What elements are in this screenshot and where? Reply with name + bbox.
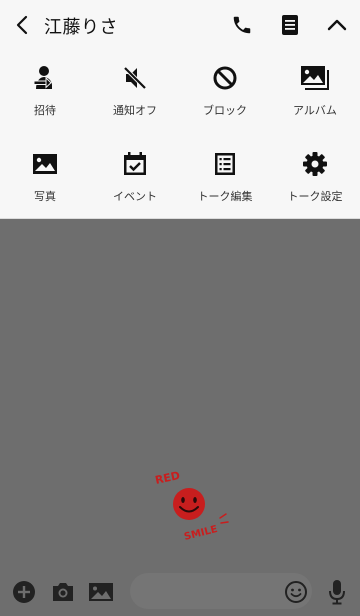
notes-button[interactable] bbox=[277, 12, 303, 38]
gallery-button[interactable] bbox=[88, 579, 114, 605]
image-icon bbox=[89, 583, 113, 601]
menu-item-album[interactable]: アルバム bbox=[270, 50, 360, 120]
gear-icon bbox=[299, 148, 331, 180]
red-smile-sticker[interactable]: RED SMILE bbox=[152, 462, 240, 546]
menu-item-label: 通知オフ bbox=[113, 104, 157, 117]
chat-header: 江藤りさ bbox=[0, 0, 360, 50]
menu-item-label: 招待 bbox=[34, 104, 56, 117]
menu-item-mute[interactable]: 通知オフ bbox=[90, 50, 180, 120]
menu-item-edit-talk[interactable]: トーク編集 bbox=[180, 136, 270, 206]
menu-item-block[interactable]: ブロック bbox=[180, 50, 270, 120]
photo-icon bbox=[29, 148, 61, 180]
mute-icon bbox=[119, 62, 151, 94]
page-title: 江藤りさ bbox=[44, 17, 118, 38]
edit-list-icon bbox=[209, 148, 241, 180]
microphone-icon bbox=[329, 580, 345, 605]
album-icon bbox=[299, 62, 331, 94]
sticker-bottom-text: SMILE bbox=[183, 524, 219, 543]
note-icon bbox=[282, 15, 298, 35]
camera-icon bbox=[53, 583, 73, 601]
menu-item-label: ブロック bbox=[203, 104, 247, 117]
menu-item-label: トーク編集 bbox=[197, 190, 253, 203]
menu-item-label: 写真 bbox=[34, 190, 56, 203]
menu-item-event[interactable]: イベント bbox=[90, 136, 180, 206]
sticker-top-text: RED bbox=[154, 469, 181, 487]
voice-button[interactable] bbox=[324, 579, 350, 605]
block-icon bbox=[209, 62, 241, 94]
message-input-bar bbox=[0, 567, 360, 616]
menu-item-label: イベント bbox=[113, 190, 157, 203]
menu-item-label: アルバム bbox=[293, 104, 337, 117]
chevron-up-icon bbox=[327, 19, 347, 31]
calendar-icon bbox=[119, 148, 151, 180]
chevron-left-icon bbox=[16, 15, 28, 35]
phone-icon bbox=[233, 16, 251, 34]
collapse-menu-button[interactable] bbox=[324, 12, 350, 38]
call-button[interactable] bbox=[229, 12, 255, 38]
chat-menu-panel: 招待 通知オフ ブロック アルバム 写真 イベント トーク編集 トーク設定 bbox=[0, 50, 360, 219]
plus-circle-icon bbox=[13, 581, 35, 603]
menu-item-invite[interactable]: 招待 bbox=[0, 50, 90, 120]
emoji-button[interactable] bbox=[283, 579, 309, 605]
back-button[interactable] bbox=[8, 11, 36, 39]
invite-icon bbox=[29, 62, 61, 94]
menu-item-label: トーク設定 bbox=[287, 190, 343, 203]
menu-item-photo[interactable]: 写真 bbox=[0, 136, 90, 206]
add-button[interactable] bbox=[11, 579, 37, 605]
camera-button[interactable] bbox=[50, 579, 76, 605]
menu-item-talk-settings[interactable]: トーク設定 bbox=[270, 136, 360, 206]
emoji-icon bbox=[285, 581, 307, 603]
